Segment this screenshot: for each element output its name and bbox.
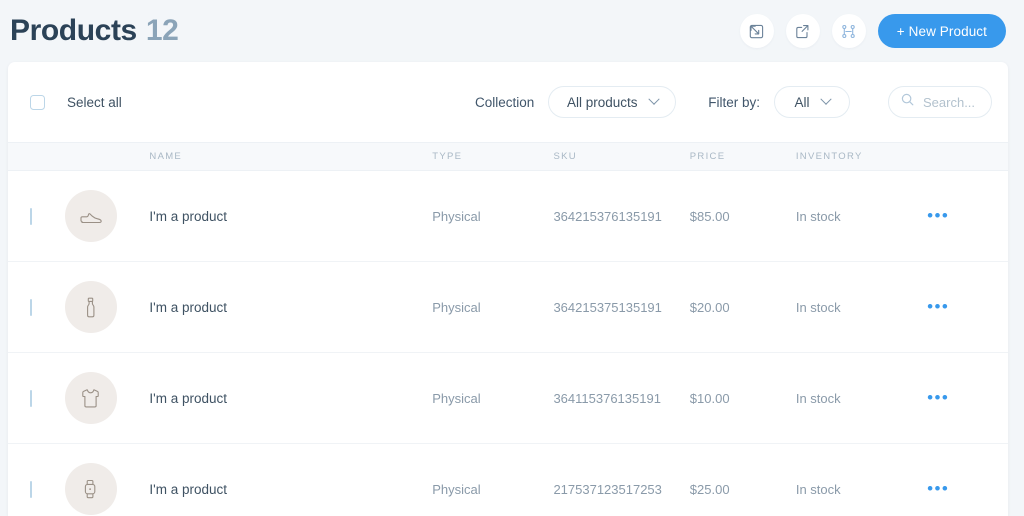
cell-sku: 364115376135191 [553, 352, 690, 444]
filter-controls: Collection All products Filter by: All [475, 86, 992, 118]
column-header-inventory: INVENTORY [795, 142, 928, 171]
cell-price: $10.00 [689, 352, 796, 444]
product-name: I'm a product [149, 208, 228, 224]
row-checkbox[interactable] [30, 207, 32, 225]
collection-label: Collection [474, 94, 535, 110]
page-title-text: Products [10, 14, 137, 47]
cell-inventory: In stock [795, 352, 928, 444]
import-button[interactable] [739, 14, 774, 48]
column-header-name: NAME [149, 142, 433, 171]
row-checkbox[interactable] [30, 298, 32, 316]
cell-actions: ••• [927, 352, 1008, 444]
row-thumbnail-cell [64, 170, 150, 262]
row-more-button[interactable]: ••• [927, 389, 949, 406]
search-box[interactable] [888, 86, 992, 118]
products-card: Select all Collection All products Filte… [8, 62, 1008, 516]
table-header-row: NAME TYPE SKU PRICE INVENTORY [8, 142, 1008, 171]
product-thumbnail [64, 372, 117, 424]
cell-actions: ••• [927, 261, 1008, 353]
cell-actions: ••• [927, 443, 1008, 516]
search-icon [901, 93, 914, 111]
product-name: I'm a product [149, 481, 228, 497]
filter-by-dropdown[interactable]: All [774, 86, 850, 118]
header-thumb-cell [64, 142, 150, 171]
products-table-body: I'm a product Physical 364215376135191 $85.… [8, 170, 1008, 516]
row-checkbox-cell[interactable] [8, 261, 65, 353]
filter-by-dropdown-value: All [794, 94, 810, 110]
product-name: I'm a product [149, 299, 228, 315]
row-more-button[interactable]: ••• [927, 298, 949, 315]
row-checkbox[interactable] [30, 480, 32, 498]
page-header: Products 12 + New Product [0, 0, 1024, 62]
column-header-sku: SKU [553, 142, 690, 171]
row-checkbox[interactable] [30, 389, 32, 407]
cell-type: Physical [432, 443, 554, 516]
cell-sku: 217537123517253 [553, 443, 690, 516]
row-more-button[interactable]: ••• [927, 480, 949, 497]
search-input[interactable] [921, 93, 979, 111]
product-thumbnail [64, 463, 117, 515]
import-icon [748, 23, 765, 40]
cell-price: $25.00 [689, 443, 796, 516]
column-header-type: TYPE [432, 142, 554, 171]
chevron-down-icon [819, 93, 832, 105]
select-all-control[interactable]: Select all [30, 94, 122, 110]
header-checkbox-cell [8, 142, 65, 171]
cell-type: Physical [432, 261, 554, 353]
chevron-down-icon [647, 93, 660, 105]
connect-apps-icon [840, 23, 857, 40]
product-thumbnail [64, 190, 117, 242]
collection-dropdown[interactable]: All products [548, 86, 677, 118]
row-checkbox-cell[interactable] [8, 352, 65, 444]
cell-actions: ••• [927, 170, 1008, 262]
collection-dropdown-value: All products [566, 94, 638, 110]
cell-inventory: In stock [795, 261, 928, 353]
table-row[interactable]: I'm a product Physical 364215376135191 $85.… [8, 170, 1008, 262]
row-more-button[interactable]: ••• [927, 207, 949, 224]
table-row[interactable]: I'm a product Physical 364215375135191 $20.… [8, 261, 1008, 353]
cell-name: I'm a product [149, 352, 433, 444]
products-toolbar: Select all Collection All products Filte… [8, 62, 1008, 142]
products-table: NAME TYPE SKU PRICE INVENTORY I'm a prod… [8, 142, 1008, 516]
header-actions-cell [927, 142, 1008, 171]
cell-inventory: In stock [795, 170, 928, 262]
cell-name: I'm a product [149, 261, 433, 353]
cell-name: I'm a product [149, 170, 433, 262]
table-row[interactable]: I'm a product Physical 217537123517253 $25.… [8, 443, 1008, 516]
cell-price: $85.00 [689, 170, 796, 262]
table-row[interactable]: I'm a product Physical 364115376135191 $10.… [8, 352, 1008, 444]
cell-type: Physical [432, 170, 554, 262]
new-product-button[interactable]: + New Product [877, 14, 1006, 48]
row-checkbox-cell[interactable] [8, 443, 65, 516]
row-checkbox-cell[interactable] [8, 170, 65, 262]
cell-name: I'm a product [149, 443, 433, 516]
row-thumbnail-cell [64, 443, 150, 516]
row-thumbnail-cell [64, 352, 150, 444]
connect-apps-button[interactable] [831, 14, 866, 48]
cell-sku: 364215376135191 [553, 170, 690, 262]
cell-type: Physical [432, 352, 554, 444]
column-header-price: PRICE [689, 142, 796, 171]
filter-by-label: Filter by: [708, 94, 760, 110]
cell-sku: 364215375135191 [553, 261, 690, 353]
export-icon [794, 23, 811, 40]
product-name: I'm a product [149, 390, 228, 406]
page-title: Products 12 [8, 14, 179, 47]
row-thumbnail-cell [64, 261, 150, 353]
select-all-checkbox[interactable] [30, 94, 45, 110]
cell-inventory: In stock [795, 443, 928, 516]
select-all-label: Select all [67, 94, 122, 110]
product-count: 12 [145, 14, 179, 47]
cell-price: $20.00 [689, 261, 796, 353]
export-button[interactable] [785, 14, 820, 48]
header-actions: + New Product [739, 14, 1006, 48]
products-table-head: NAME TYPE SKU PRICE INVENTORY [8, 142, 1008, 171]
product-thumbnail [64, 281, 117, 333]
